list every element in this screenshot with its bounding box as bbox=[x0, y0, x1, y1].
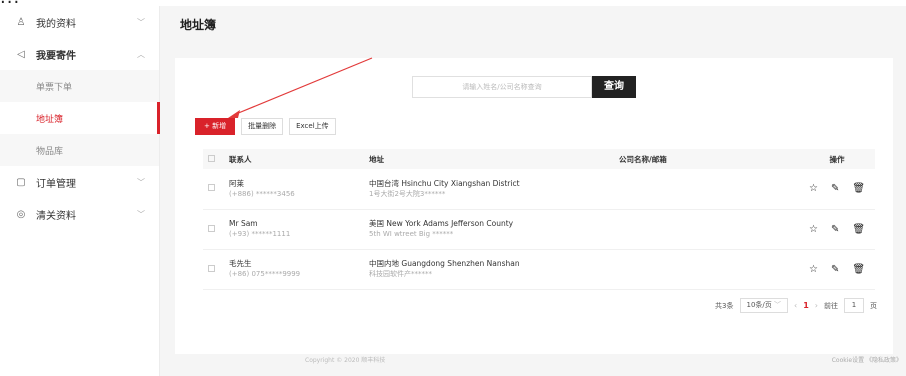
address-book-card: 请输入姓名/公司名称查询 查询 + 新增 批量删除 Excel上传 联系人 地址… bbox=[175, 58, 893, 354]
sidebar-item-label: 地址簿 bbox=[36, 114, 64, 125]
page-size-select[interactable]: 10条/页 ﹀ bbox=[739, 298, 789, 313]
sidebar-item-order-management[interactable]: ▢ 订单管理 ﹀ bbox=[0, 166, 159, 198]
contact-phone: (+86) 075*****9999 bbox=[229, 270, 301, 278]
order-icon: ▢ bbox=[16, 176, 26, 188]
contact-phone: (+886) ******3456 bbox=[229, 189, 295, 198]
column-header-actions: 操作 bbox=[799, 149, 875, 169]
table-row: 毛先生 (+86) 075*****9999 中国内地 Guangdong Sh… bbox=[203, 249, 875, 290]
sidebar-item-address-book[interactable]: 地址簿 bbox=[0, 102, 160, 134]
column-header-address: 地址 bbox=[369, 149, 619, 169]
batch-delete-button[interactable]: 批量删除 bbox=[241, 118, 284, 135]
sidebar-item-label: 订单管理 bbox=[36, 178, 76, 190]
column-header-contact: 联系人 bbox=[229, 149, 369, 169]
sidebar: ♙ 我的资料 ﹀ ◁ 我要寄件 ︿ 单票下单 地址簿 物品库 ▢ 订单管理 ﹀ … bbox=[0, 6, 160, 376]
star-icon[interactable]: ☆ bbox=[809, 183, 818, 194]
address-detail: 1号大街2号大院3****** bbox=[369, 189, 446, 198]
address-line: 中国内地 Guangdong Shenzhen Nanshan bbox=[369, 259, 520, 268]
sidebar-item-label: 我的资料 bbox=[36, 18, 76, 30]
toolbar: + 新增 批量删除 Excel上传 bbox=[195, 118, 336, 135]
footer-links[interactable]: Cookie设置 《隐私政策》 bbox=[832, 355, 902, 364]
add-button[interactable]: + 新增 bbox=[195, 118, 236, 135]
edit-icon[interactable]: ✎ bbox=[831, 224, 839, 235]
prev-page-button[interactable]: ‹ bbox=[794, 301, 797, 310]
goto-page-input[interactable]: 1 bbox=[844, 298, 864, 313]
sidebar-item-label: 清关资料 bbox=[36, 210, 76, 222]
table-row: Mr Sam (+93) ******1111 美国 New York Adam… bbox=[203, 209, 875, 250]
chevron-up-icon: ︿ bbox=[137, 49, 145, 59]
sidebar-item-label: 单票下单 bbox=[36, 82, 73, 93]
contact-name: 毛先生 bbox=[229, 259, 252, 268]
sidebar-item-single-order[interactable]: 单票下单 bbox=[0, 70, 159, 102]
sidebar-item-label: 我要寄件 bbox=[36, 50, 76, 62]
table-header-row: 联系人 地址 公司名称/邮箱 操作 bbox=[203, 149, 875, 169]
send-icon: ◁ bbox=[17, 48, 25, 60]
current-page[interactable]: 1 bbox=[803, 301, 809, 310]
chevron-down-icon: ﹀ bbox=[137, 209, 145, 219]
copyright: Copyright © 2020 顺丰科技 bbox=[305, 357, 386, 364]
address-line: 中国台湾 Hsinchu City Xiangshan District bbox=[369, 178, 520, 188]
sidebar-item-send[interactable]: ◁ 我要寄件 ︿ bbox=[0, 38, 159, 70]
contact-name: 阿莱 bbox=[229, 178, 244, 188]
select-all-checkbox[interactable] bbox=[208, 154, 215, 162]
delete-icon[interactable]: 🗑 bbox=[852, 224, 865, 235]
company-cell bbox=[619, 249, 799, 290]
pagination: 共3条 10条/页 ﹀ ‹ 1 › 前往 1 页 bbox=[715, 298, 877, 313]
chevron-down-icon: ﹀ bbox=[137, 177, 145, 187]
address-detail: 科技园软件产****** bbox=[369, 270, 432, 278]
next-page-button[interactable]: › bbox=[815, 301, 818, 310]
sidebar-item-my-profile[interactable]: ♙ 我的资料 ﹀ bbox=[0, 6, 159, 38]
sidebar-item-item-library[interactable]: 物品库 bbox=[0, 134, 159, 166]
search-button[interactable]: 查询 bbox=[592, 76, 636, 98]
page-title: 地址簿 bbox=[180, 18, 217, 32]
row-checkbox[interactable] bbox=[208, 224, 215, 232]
star-icon[interactable]: ☆ bbox=[809, 264, 818, 275]
page-size-value: 10条/页 bbox=[746, 301, 772, 309]
sidebar-item-label: 物品库 bbox=[36, 146, 64, 157]
chevron-down-icon: ﹀ bbox=[774, 301, 782, 309]
excel-upload-button[interactable]: Excel上传 bbox=[289, 118, 336, 135]
table-row: 阿莱 (+886) ******3456 中国台湾 Hsinchu City X… bbox=[203, 169, 875, 210]
customs-icon: ◎ bbox=[16, 208, 26, 220]
company-cell bbox=[619, 169, 799, 210]
contact-phone: (+93) ******1111 bbox=[229, 230, 291, 238]
total-count: 共3条 bbox=[715, 301, 734, 310]
user-icon: ♙ bbox=[16, 16, 26, 28]
edit-icon[interactable]: ✎ bbox=[831, 264, 839, 275]
page-unit: 页 bbox=[870, 301, 877, 310]
row-checkbox[interactable] bbox=[208, 184, 215, 192]
contact-name: Mr Sam bbox=[229, 219, 258, 228]
address-detail: 5th WI wtreet Big ****** bbox=[369, 230, 454, 238]
goto-label: 前往 bbox=[824, 301, 838, 310]
address-table: 联系人 地址 公司名称/邮箱 操作 阿莱 (+886) ******3456 中… bbox=[203, 149, 875, 290]
main-content: 地址簿 请输入姓名/公司名称查询 查询 + 新增 批量删除 Excel上传 联系… bbox=[160, 6, 906, 376]
search-bar: 请输入姓名/公司名称查询 查询 bbox=[412, 76, 636, 98]
search-input[interactable]: 请输入姓名/公司名称查询 bbox=[412, 76, 592, 98]
company-cell bbox=[619, 209, 799, 250]
edit-icon[interactable]: ✎ bbox=[831, 183, 839, 194]
delete-icon[interactable]: 🗑 bbox=[852, 264, 865, 275]
delete-icon[interactable]: 🗑 bbox=[852, 183, 865, 194]
row-checkbox[interactable] bbox=[208, 264, 215, 272]
address-line: 美国 New York Adams Jefferson County bbox=[369, 219, 514, 228]
star-icon[interactable]: ☆ bbox=[809, 224, 818, 235]
sidebar-item-customs[interactable]: ◎ 清关资料 ﹀ bbox=[0, 198, 159, 230]
column-header-company: 公司名称/邮箱 bbox=[619, 149, 799, 169]
chevron-down-icon: ﹀ bbox=[137, 17, 145, 27]
